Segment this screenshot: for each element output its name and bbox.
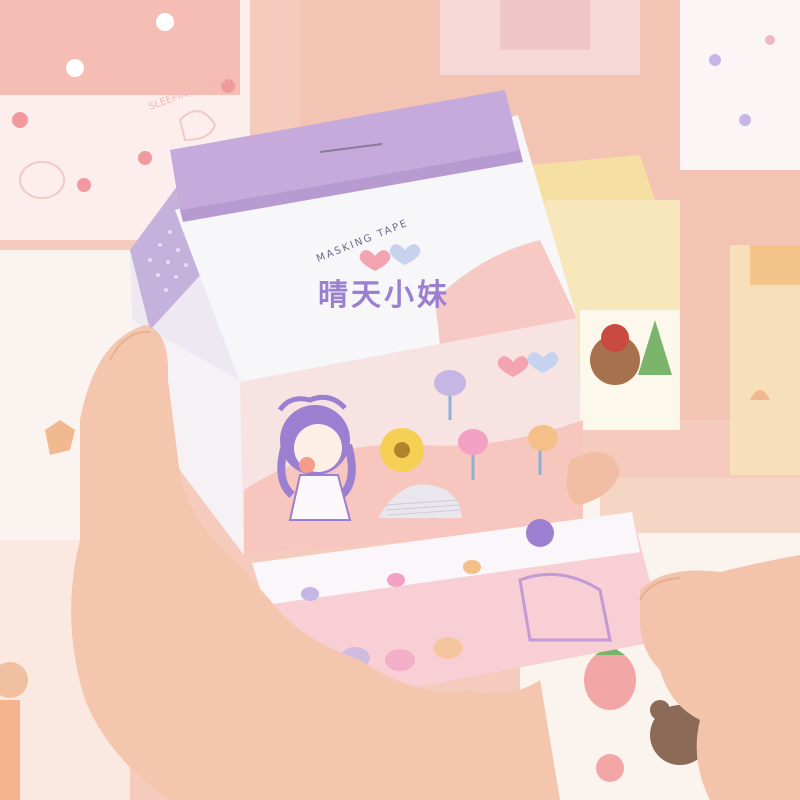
background-card-top (440, 0, 640, 75)
background-card-right (680, 0, 800, 170)
box-title: 晴天小妹 (318, 278, 450, 313)
milk-carton-box (130, 90, 583, 555)
background-carton-far-right (730, 245, 800, 475)
flower-yellow (380, 428, 424, 472)
photo-scene: SLEEPING BUNNY MASKING TAPE 晴天小妹 (0, 0, 800, 800)
